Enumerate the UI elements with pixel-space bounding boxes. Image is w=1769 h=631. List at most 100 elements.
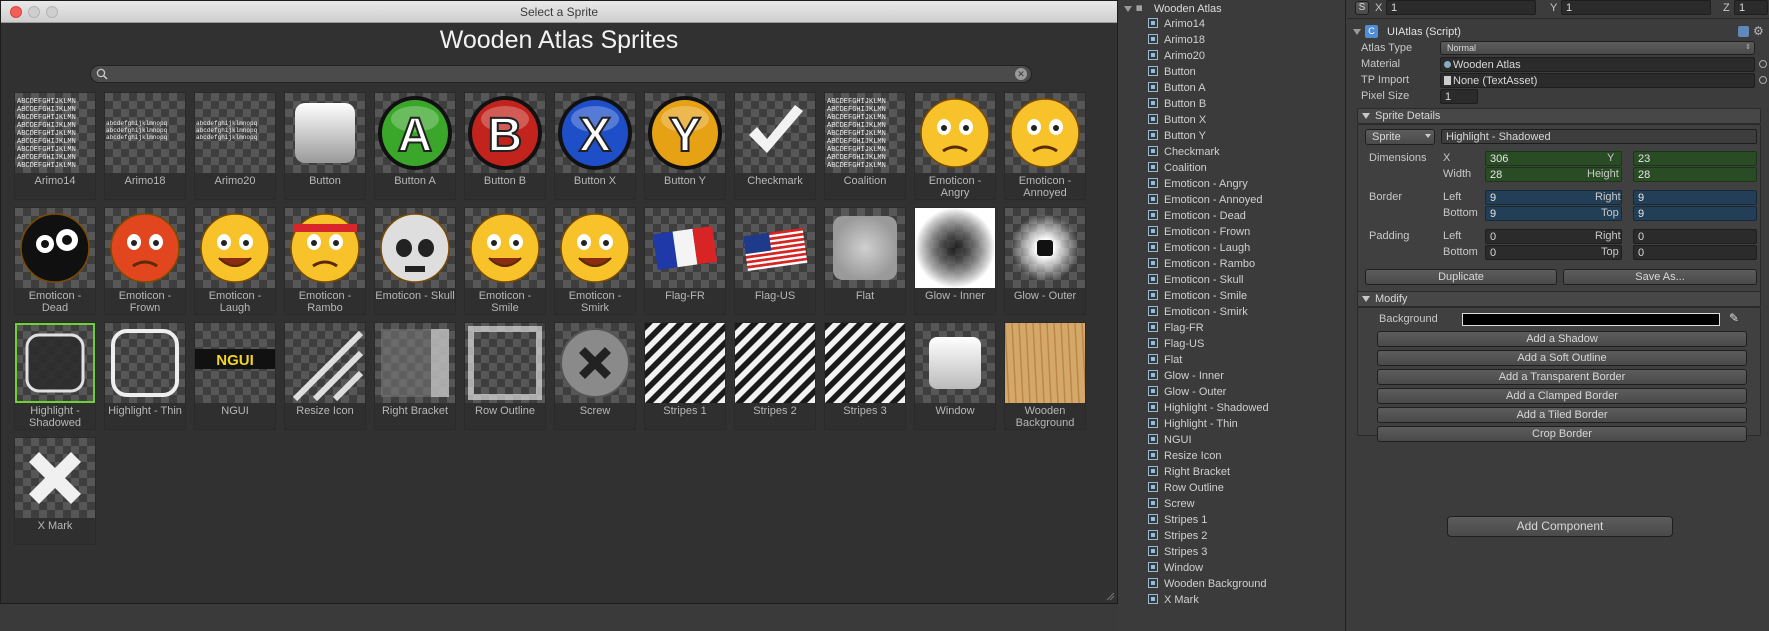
duplicate-button[interactable]: Duplicate [1365, 269, 1557, 285]
sprite-list-item[interactable]: X Mark [1148, 592, 1338, 608]
sprite-tile[interactable]: Glow - Outer [1004, 207, 1086, 315]
sprite-list-item[interactable]: Emoticon - Annoyed [1148, 192, 1338, 208]
sprite-tile[interactable]: X Mark [14, 437, 96, 545]
gear-icon[interactable]: ⚙ [1753, 24, 1764, 38]
eyedropper-icon[interactable]: ✎ [1729, 311, 1739, 325]
sprite-tile[interactable]: Emoticon - Angry [914, 92, 996, 200]
sprite-tile[interactable]: Emoticon - Frown [104, 207, 186, 315]
scale-x-field[interactable]: 1 [1386, 0, 1536, 15]
sprite-tile[interactable]: Flag-US [734, 207, 816, 315]
sprite-list-item[interactable]: Coalition [1148, 160, 1338, 176]
modify-action-button[interactable]: Add a Clamped Border [1377, 388, 1747, 404]
material-field[interactable]: Wooden Atlas [1440, 57, 1755, 72]
padding-top-field[interactable]: 0 [1633, 245, 1757, 260]
scale-z-field[interactable]: 1 [1734, 0, 1768, 15]
sprite-tile[interactable]: Window [914, 322, 996, 430]
sprite-list-item[interactable]: NGUI [1148, 432, 1338, 448]
sprite-tile[interactable]: Glow - Inner [914, 207, 996, 315]
sprite-tile[interactable]: Flag-FR [644, 207, 726, 315]
sprite-tile[interactable]: Stripes 2 [734, 322, 816, 430]
background-color-field[interactable] [1462, 313, 1720, 326]
sprite-list-item[interactable]: Wooden Background [1148, 576, 1338, 592]
sprite-list-item[interactable]: Emoticon - Skull [1148, 272, 1338, 288]
sprite-tile[interactable]: Emoticon - Dead [14, 207, 96, 315]
window-titlebar[interactable]: Select a Sprite [1, 1, 1117, 23]
selected-sprite-field[interactable]: Highlight - Shadowed [1441, 129, 1757, 144]
sprite-list-item[interactable]: Flag-FR [1148, 320, 1338, 336]
sprite-list-item[interactable]: Emoticon - Dead [1148, 208, 1338, 224]
sprite-tile[interactable]: Emoticon - Rambo [284, 207, 366, 315]
sprite-list-item[interactable]: Glow - Inner [1148, 368, 1338, 384]
sprite-list-item[interactable]: Emoticon - Smile [1148, 288, 1338, 304]
border-top-field[interactable]: 9 [1633, 206, 1757, 221]
sprite-list-item[interactable]: Button Y [1148, 128, 1338, 144]
sprite-list-item[interactable]: Arimo18 [1148, 32, 1338, 48]
sprite-list-item[interactable]: Button A [1148, 80, 1338, 96]
sprite-list-item[interactable]: Stripes 2 [1148, 528, 1338, 544]
sprite-tile[interactable]: Flat [824, 207, 906, 315]
sprite-tile[interactable]: ABCDEFGHIJKLMN ABCDEFGHIJKLMN ABCDEFGHIJKL… [824, 92, 906, 200]
object-picker-icon[interactable] [1759, 76, 1767, 84]
sprite-tile[interactable]: NGUI NGUI [194, 322, 276, 430]
sprite-list-item[interactable]: Highlight - Shadowed [1148, 400, 1338, 416]
scale-button[interactable]: S [1355, 1, 1369, 15]
sprite-list-item[interactable]: Window [1148, 560, 1338, 576]
sprite-tile[interactable]: Screw [554, 322, 636, 430]
sprite-list-item[interactable]: Stripes 1 [1148, 512, 1338, 528]
help-icon[interactable] [1738, 26, 1749, 37]
object-picker-icon[interactable] [1759, 60, 1767, 68]
dim-y-field[interactable]: 23 [1633, 151, 1757, 166]
sprite-tile[interactable]: Highlight - Thin [104, 322, 186, 430]
sprite-tile[interactable]: Emoticon - Skull [374, 207, 456, 315]
sprite-tile[interactable]: X Button X [554, 92, 636, 200]
sprite-list-item[interactable]: Glow - Outer [1148, 384, 1338, 400]
sprite-list-item[interactable]: Button X [1148, 112, 1338, 128]
sprite-list-item[interactable]: Screw [1148, 496, 1338, 512]
expand-triangle-icon[interactable] [1124, 6, 1132, 13]
scale-y-field[interactable]: 1 [1561, 0, 1711, 15]
border-right-field[interactable]: 9 [1633, 190, 1757, 205]
modify-action-button[interactable]: Add a Soft Outline [1377, 350, 1747, 366]
sprite-tile[interactable]: Resize Icon [284, 322, 366, 430]
sprite-list-item[interactable]: Resize Icon [1148, 448, 1338, 464]
clear-search-icon[interactable]: ✕ [1015, 68, 1027, 80]
sprite-details-header[interactable]: Sprite Details [1357, 108, 1761, 124]
sprite-list-item[interactable]: Row Outline [1148, 480, 1338, 496]
sprite-list-item[interactable]: Right Bracket [1148, 464, 1338, 480]
sprite-tile[interactable]: Emoticon - Smile [464, 207, 546, 315]
sprite-list-item[interactable]: Highlight - Thin [1148, 416, 1338, 432]
sprite-list-item[interactable]: Emoticon - Laugh [1148, 240, 1338, 256]
sprite-tile[interactable]: Checkmark [734, 92, 816, 200]
sprite-tile[interactable]: Stripes 1 [644, 322, 726, 430]
sprite-tile[interactable]: Emoticon - Smirk [554, 207, 636, 315]
sprite-tile[interactable]: ABCDEFGHIJKLMN ABCDEFGHIJKLMN ABCDEFGHIJKL… [14, 92, 96, 200]
sprite-list-item[interactable]: Stripes 3 [1148, 544, 1338, 560]
maximize-window-button[interactable] [46, 6, 58, 18]
close-window-button[interactable] [10, 6, 22, 18]
sprite-tile[interactable]: Y Button Y [644, 92, 726, 200]
sprite-list-item[interactable]: Checkmark [1148, 144, 1338, 160]
height-field[interactable]: 28 [1633, 167, 1757, 182]
pixel-size-field[interactable]: 1 [1440, 89, 1478, 104]
atlas-root-item[interactable]: ▦ Wooden Atlas [1124, 2, 1222, 16]
sprite-tile[interactable]: Right Bracket [374, 322, 456, 430]
sprite-tile[interactable]: Wooden Background [1004, 322, 1086, 430]
sprite-tile[interactable]: abcdefghijklmnopq abcdefghijklmnopq abcdef… [194, 92, 276, 200]
save-as-button[interactable]: Save As... [1563, 269, 1757, 285]
dim-x-field[interactable]: 306 [1485, 151, 1622, 166]
sprite-list-item[interactable]: Arimo14 [1148, 16, 1338, 32]
sprite-list-item[interactable]: Button [1148, 64, 1338, 80]
sprite-tile[interactable]: Row Outline [464, 322, 546, 430]
sprite-list-item[interactable]: Emoticon - Rambo [1148, 256, 1338, 272]
tp-import-field[interactable]: None (TextAsset) [1440, 73, 1755, 88]
search-input[interactable] [111, 66, 991, 82]
sprite-list-item[interactable]: Flat [1148, 352, 1338, 368]
modify-action-button[interactable]: Add a Tiled Border [1377, 407, 1747, 423]
add-component-button[interactable]: Add Component [1447, 516, 1673, 537]
sprite-tile[interactable]: A Button A [374, 92, 456, 200]
sprite-list-item[interactable]: Button B [1148, 96, 1338, 112]
modify-action-button[interactable]: Add a Shadow [1377, 331, 1747, 347]
atlas-type-dropdown[interactable]: Normal [1440, 41, 1755, 55]
resize-grip-icon[interactable] [1105, 591, 1115, 601]
sprite-tile[interactable]: Emoticon - Annoyed [1004, 92, 1086, 200]
